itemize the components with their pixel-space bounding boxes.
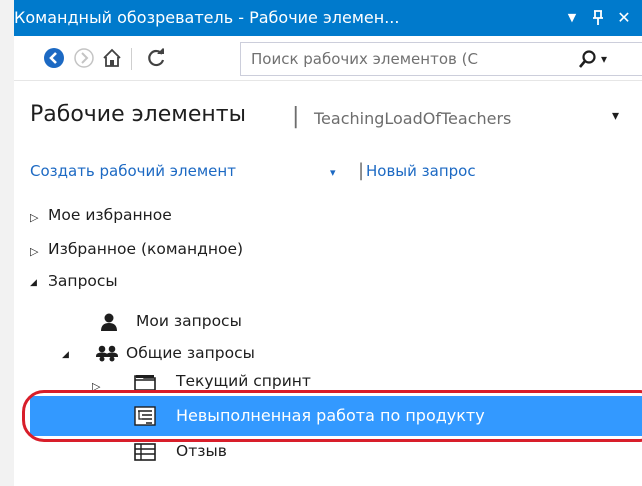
new-query-link[interactable]: Новый запрос — [366, 162, 476, 180]
pin-icon — [593, 10, 603, 25]
tree-node-label: Запросы — [48, 272, 118, 290]
team-icon — [96, 345, 118, 362]
tree-node-label: Отзыв — [176, 442, 227, 460]
toolbar-divider — [131, 48, 132, 70]
new-work-item-dropdown[interactable]: ▾ — [330, 166, 336, 179]
refresh-icon — [148, 48, 165, 67]
user-icon — [101, 313, 117, 331]
folder-icon — [134, 375, 156, 391]
search-box: ▾ — [240, 42, 642, 76]
page-title: Рабочие элементы — [30, 102, 246, 127]
search-options-dropdown[interactable]: ▾ — [601, 46, 617, 72]
home-icon — [103, 48, 121, 67]
forward-button[interactable] — [72, 46, 96, 70]
header-separator: | — [292, 104, 300, 129]
expand-arrow[interactable]: ▷ — [30, 211, 38, 224]
close-button[interactable]: ✕ — [614, 0, 634, 36]
back-button[interactable] — [42, 46, 66, 70]
back-icon — [44, 48, 64, 68]
search-button[interactable] — [575, 46, 601, 72]
title-bar: Командный обозреватель - Рабочие элемен.… — [14, 0, 642, 36]
pin-button[interactable] — [588, 0, 608, 36]
link-separator: | — [358, 160, 365, 181]
tree-node-label: Общие запросы — [126, 344, 255, 362]
collapse-arrow[interactable]: ◢ — [30, 278, 37, 288]
highlight-annotation — [22, 390, 642, 442]
toolbar: ▾ — [14, 36, 642, 81]
refresh-button[interactable] — [144, 46, 168, 70]
page-dropdown-button[interactable]: ▾ — [612, 108, 619, 124]
project-name[interactable]: TeachingLoadOfTeachers — [314, 109, 511, 128]
tree-node-label: Избранное (командное) — [48, 240, 244, 258]
left-edge-strip — [0, 0, 14, 486]
window-dropdown-button[interactable]: ▼ — [562, 0, 582, 36]
new-work-item-link[interactable]: Создать рабочий элемент — [30, 162, 236, 180]
expand-arrow[interactable]: ▷ — [30, 245, 38, 258]
home-button[interactable] — [100, 46, 124, 70]
flat-query-icon — [134, 443, 156, 461]
tree-node-label: Мое избранное — [48, 206, 172, 224]
tree-node-label: Мои запросы — [136, 312, 242, 330]
tree-node-label: Текущий спринт — [176, 372, 311, 390]
window-title: Командный обозреватель - Рабочие элемен.… — [14, 8, 400, 27]
search-input[interactable] — [249, 43, 573, 75]
collapse-arrow[interactable]: ◢ — [62, 350, 69, 360]
forward-icon — [74, 48, 94, 68]
search-icon — [579, 50, 596, 68]
